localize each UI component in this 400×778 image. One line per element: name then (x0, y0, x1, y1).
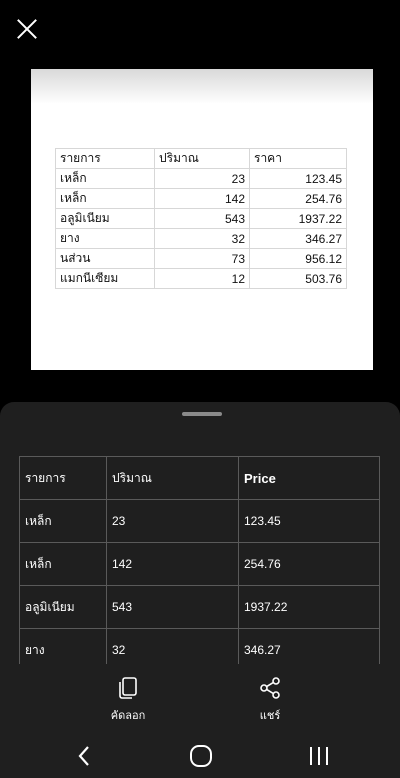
preview-header-cell: ราคา (249, 148, 347, 169)
result-row: เหล็ก 142 254.76 (19, 542, 380, 586)
drag-handle[interactable] (182, 412, 222, 416)
result-cell: 123.45 (238, 499, 380, 543)
result-cell: อลูมิเนียม (19, 585, 107, 629)
preview-cell: เหล็ก (55, 188, 155, 209)
preview-cell: 956.12 (249, 248, 347, 269)
preview-cell: 254.76 (249, 188, 347, 209)
result-row: ยาง 32 346.27 (19, 628, 380, 664)
back-icon[interactable] (76, 744, 92, 768)
preview-cell: 346.27 (249, 228, 347, 249)
preview-shadow (31, 69, 373, 104)
share-button[interactable]: แชร์ (230, 676, 310, 724)
home-icon[interactable] (189, 744, 213, 768)
result-cell: 1937.22 (238, 585, 380, 629)
result-header-cell: Price (238, 456, 380, 500)
preview-cell: เหล็ก (55, 168, 155, 189)
preview-header-row: รายการ ปริมาณ ราคา (55, 148, 347, 169)
result-cell: เหล็ก (19, 499, 107, 543)
close-icon[interactable] (14, 16, 40, 42)
result-table-scroll[interactable]: รายการ ปริมาณ Price เหล็ก 23 123.45 เหล็… (19, 456, 382, 664)
preview-table: รายการ ปริมาณ ราคา เหล็ก 23 123.45 เหล็ก… (55, 148, 347, 289)
recents-icon[interactable] (308, 744, 330, 768)
result-cell: 23 (106, 499, 239, 543)
share-label: แชร์ (259, 709, 281, 722)
result-row: อลูมิเนียม 543 1937.22 (19, 585, 380, 629)
preview-cell: 123.45 (249, 168, 347, 189)
result-table: รายการ ปริมาณ Price เหล็ก 23 123.45 เหล็… (19, 456, 380, 664)
preview-row: ยาง 32 346.27 (55, 228, 347, 249)
result-header-cell: ปริมาณ (106, 456, 239, 500)
result-cell: 32 (106, 628, 239, 664)
preview-row: เหล็ก 142 254.76 (55, 188, 347, 209)
preview-cell: 503.76 (249, 268, 347, 289)
result-cell: เหล็ก (19, 542, 107, 586)
preview-row: อลูมิเนียม 543 1937.22 (55, 208, 347, 229)
preview-row: เหล็ก 23 123.45 (55, 168, 347, 189)
preview-header-cell: ปริมาณ (154, 148, 250, 169)
preview-cell: 73 (154, 248, 250, 269)
result-cell: 142 (106, 542, 239, 586)
result-header-cell: รายการ (19, 456, 107, 500)
preview-row: นส่วน 73 956.12 (55, 248, 347, 269)
action-bar: คัดลอก แชร์ (0, 670, 400, 732)
preview-row: แมกนีเซียม 12 503.76 (55, 268, 347, 289)
preview-cell: อลูมิเนียม (55, 208, 155, 229)
copy-button[interactable]: คัดลอก (88, 676, 168, 724)
preview-cell: 23 (154, 168, 250, 189)
preview-cell: 32 (154, 228, 250, 249)
share-icon (260, 677, 280, 699)
copy-icon (119, 677, 137, 699)
system-navigation-bar (0, 732, 400, 778)
copy-label: คัดลอก (110, 709, 146, 722)
result-cell: 346.27 (238, 628, 380, 664)
scanned-image-preview: รายการ ปริมาณ ราคา เหล็ก 23 123.45 เหล็ก… (31, 69, 373, 370)
preview-cell: ยาง (55, 228, 155, 249)
preview-cell: นส่วน (55, 248, 155, 269)
preview-header-cell: รายการ (55, 148, 155, 169)
preview-cell: 12 (154, 268, 250, 289)
preview-cell: 543 (154, 208, 250, 229)
result-cell: 254.76 (238, 542, 380, 586)
result-cell: 543 (106, 585, 239, 629)
preview-cell: 142 (154, 188, 250, 209)
preview-cell: 1937.22 (249, 208, 347, 229)
result-row: เหล็ก 23 123.45 (19, 499, 380, 543)
result-cell: ยาง (19, 628, 107, 664)
preview-cell: แมกนีเซียม (55, 268, 155, 289)
result-header-row: รายการ ปริมาณ Price (19, 456, 380, 500)
